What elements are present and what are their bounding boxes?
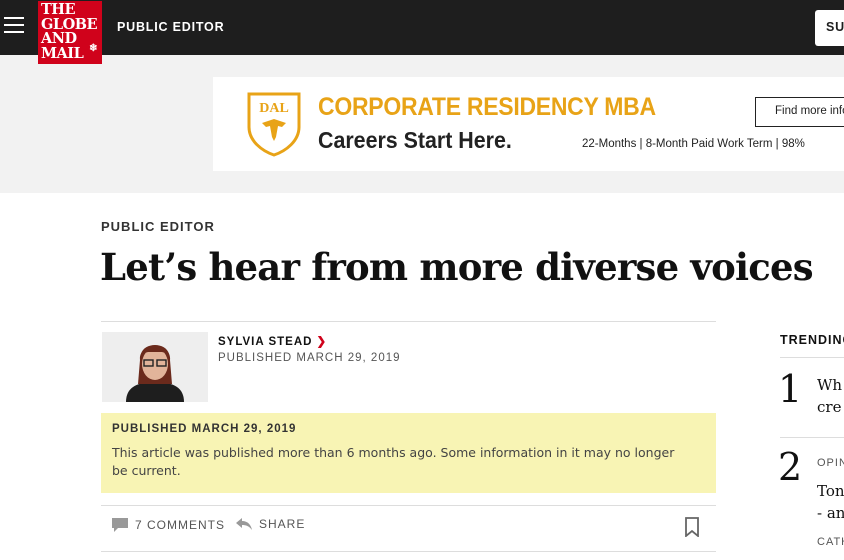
top-navigation-bar: PUBLIC EDITOR SU [0, 0, 844, 55]
trending-item-2-category: OPIN [817, 457, 844, 469]
author-photo [102, 332, 208, 402]
trending-rank-2: 2 [778, 445, 803, 489]
share-button[interactable]: SHARE [235, 517, 305, 531]
bookmark-icon[interactable] [684, 517, 700, 537]
ad-details: 22-Months | 8-Month Paid Work Term | 98% [582, 138, 805, 150]
published-date: PUBLISHED MARCH 29, 2019 [218, 352, 401, 364]
ad-find-more-info-button[interactable]: Find more info [755, 97, 844, 127]
trending-item-1-title[interactable]: Wh cre [817, 374, 842, 418]
svg-text:DAL: DAL [259, 101, 289, 116]
divider [780, 437, 844, 438]
globe-and-mail-logo[interactable]: THE GLOBE AND MAIL ❄ [38, 1, 102, 64]
advertisement-band: DAL CORPORATE RESIDENCY MBA Careers Star… [0, 55, 844, 193]
dal-shield-icon: DAL [247, 92, 301, 157]
trending-item-2-title[interactable]: Ton - an [817, 480, 844, 524]
article-headline: Let’s hear from more diverse voices [100, 245, 814, 289]
share-icon [236, 518, 252, 530]
section-title[interactable]: PUBLIC EDITOR [117, 20, 224, 34]
trending-heading: TRENDING [780, 333, 844, 347]
maple-leaf-icon: ❄ [89, 42, 97, 54]
advertisement-banner[interactable]: DAL CORPORATE RESIDENCY MBA Careers Star… [213, 77, 844, 171]
article-kicker[interactable]: PUBLIC EDITOR [101, 219, 215, 234]
chevron-right-icon: ❯ [316, 336, 328, 348]
trending-item-3-category: CATH [817, 536, 844, 548]
notice-text: This article was published more than 6 m… [112, 445, 675, 478]
comment-icon [112, 518, 128, 532]
ad-headline: CORPORATE RESIDENCY MBA [318, 93, 656, 121]
subscribe-button[interactable]: SU [815, 10, 844, 46]
archive-notice: PUBLISHED MARCH 29, 2019 This article wa… [101, 413, 716, 493]
trending-rank-1: 1 [778, 367, 803, 411]
divider [101, 321, 716, 322]
menu-icon[interactable] [4, 17, 24, 37]
ad-tagline: Careers Start Here. [318, 127, 512, 153]
article-actions: 7 COMMENTS SHARE [101, 505, 716, 551]
divider [101, 551, 716, 552]
notice-title: PUBLISHED MARCH 29, 2019 [112, 423, 297, 435]
author-name-link[interactable]: SYLVIA STEAD ❯ [218, 334, 327, 348]
comments-button[interactable]: 7 COMMENTS [111, 517, 225, 533]
divider [780, 357, 844, 358]
